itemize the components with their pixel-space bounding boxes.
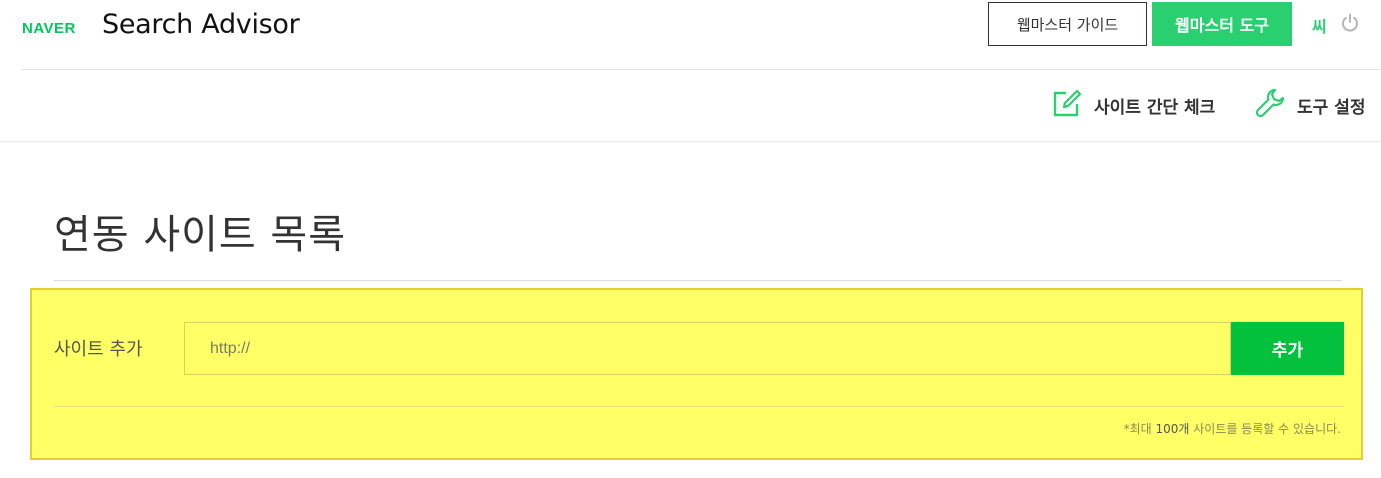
note-number: 100개 — [1155, 422, 1190, 436]
add-site-button[interactable]: 추가 — [1231, 322, 1344, 375]
site-quick-check-link[interactable]: 사이트 간단 체크 — [1052, 88, 1215, 122]
sub-navigation: 사이트 간단 체크 도구 설정 — [0, 70, 1381, 142]
site-quick-check-label: 사이트 간단 체크 — [1094, 97, 1216, 118]
power-icon[interactable] — [1340, 13, 1360, 33]
app-title[interactable]: Search Advisor — [102, 9, 300, 40]
note-prefix: *최대 — [1123, 422, 1156, 436]
webmaster-tools-button[interactable]: 웹마스터 도구 — [1152, 2, 1292, 46]
naver-logo[interactable]: NAVER — [22, 20, 76, 37]
webmaster-guide-button[interactable]: 웹마스터 가이드 — [988, 2, 1147, 46]
wrench-icon — [1255, 88, 1285, 122]
tool-settings-link[interactable]: 도구 설정 — [1255, 88, 1365, 122]
user-name[interactable]: 씨 — [1312, 13, 1327, 37]
note-suffix: 사이트를 등록할 수 있습니다. — [1189, 422, 1341, 436]
tool-settings-label: 도구 설정 — [1297, 97, 1366, 118]
edit-check-icon — [1052, 88, 1082, 122]
top-bar: NAVER Search Advisor 웹마스터 가이드 웹마스터 도구 씨 — [0, 0, 1381, 70]
add-site-label: 사이트 추가 — [54, 339, 143, 360]
add-site-panel: 사이트 추가 추가 *최대 100개 사이트를 등록할 수 있습니다. — [30, 288, 1363, 460]
title-divider — [54, 280, 1342, 281]
site-limit-note: *최대 100개 사이트를 등록할 수 있습니다. — [1124, 420, 1341, 437]
panel-divider — [54, 406, 1344, 407]
page-title: 연동 사이트 목록 — [54, 212, 347, 258]
site-url-input[interactable] — [184, 322, 1231, 375]
